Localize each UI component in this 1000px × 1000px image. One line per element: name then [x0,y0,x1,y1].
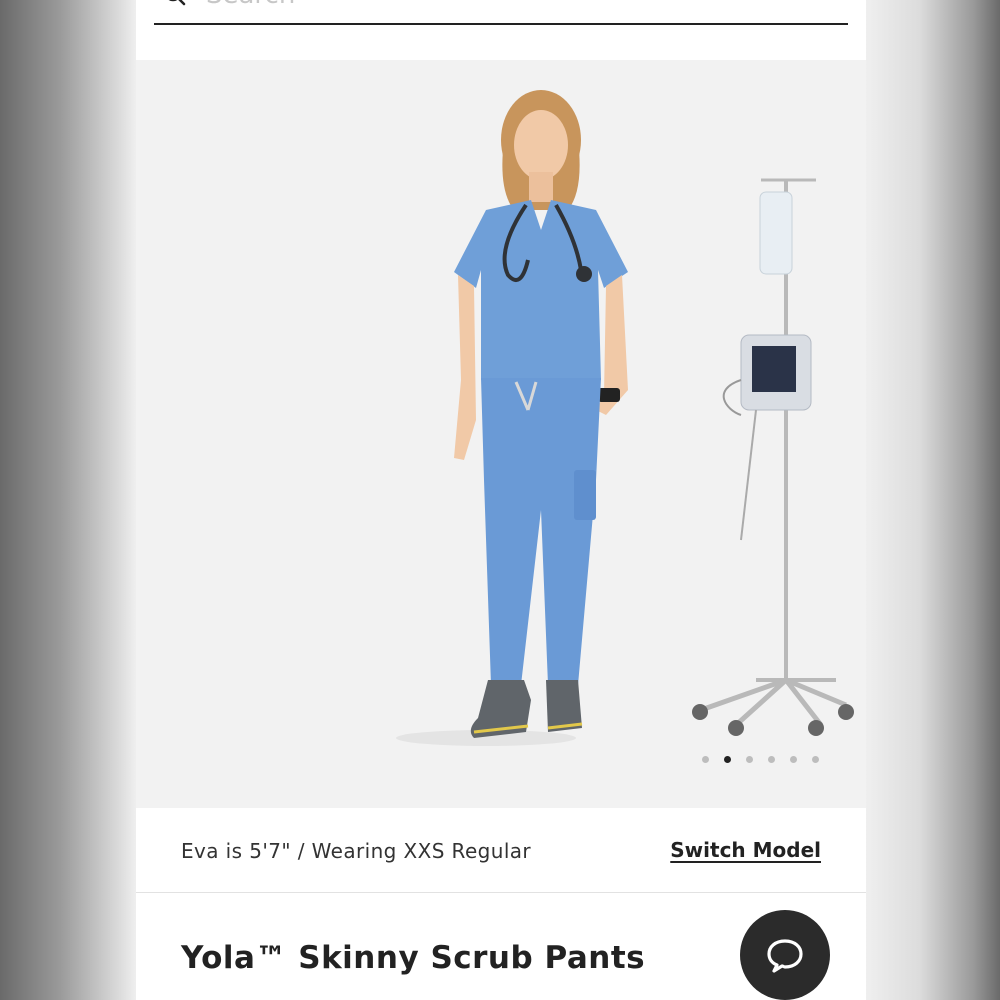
search-input[interactable] [206,0,806,12]
product-title: Yola™ Skinny Scrub Pants [181,940,646,976]
carousel-dot[interactable] [812,756,819,763]
mobile-page: Eva is 5'7" / Wearing XXS Regular Switch… [136,0,866,1000]
carousel-dot-active[interactable] [724,756,731,763]
switch-model-link[interactable]: Switch Model [670,838,821,862]
carousel-dot[interactable] [768,756,775,763]
search-icon[interactable] [164,0,186,6]
carousel-dot[interactable] [746,756,753,763]
product-image-gallery[interactable] [136,60,866,808]
background-right [866,0,1000,1000]
chat-bubble-icon [767,939,803,973]
carousel-dots[interactable] [702,756,819,763]
model-figure [454,90,628,738]
search-bar[interactable] [154,0,848,25]
carousel-dot[interactable] [790,756,797,763]
chat-button[interactable] [740,910,830,1000]
carousel-dot[interactable] [702,756,709,763]
model-info-bar: Eva is 5'7" / Wearing XXS Regular Switch… [136,808,866,893]
product-photo [396,90,854,746]
model-size-text: Eva is 5'7" / Wearing XXS Regular [181,839,532,863]
